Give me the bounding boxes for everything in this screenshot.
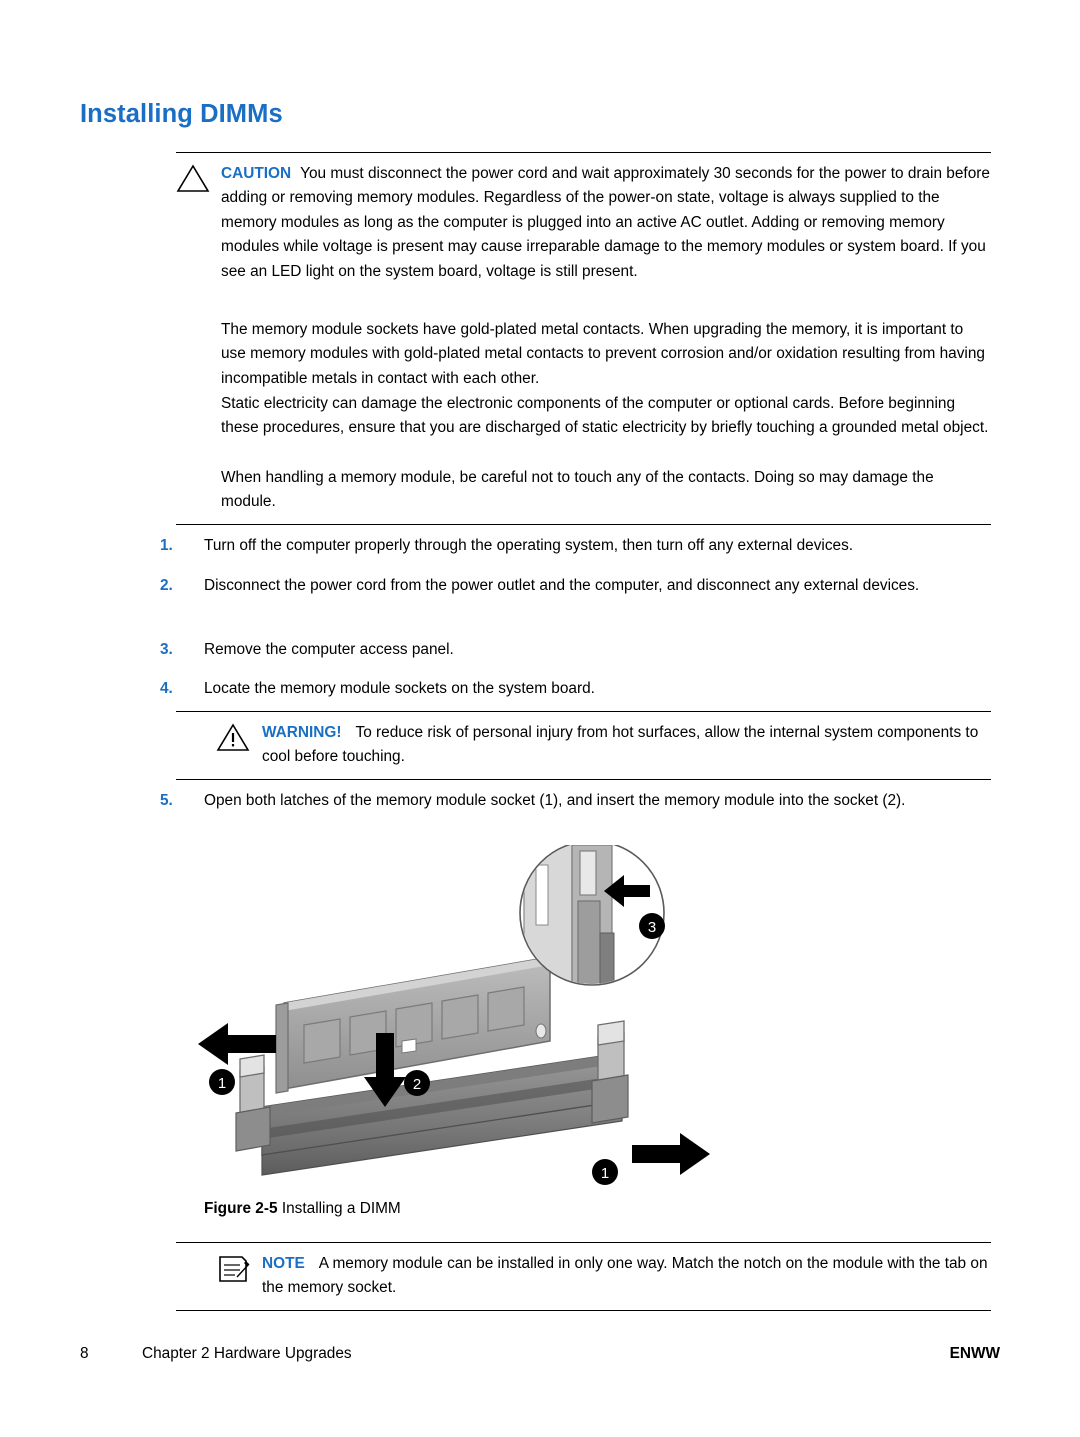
divider-note-bottom bbox=[176, 1309, 991, 1311]
svg-text:1: 1 bbox=[218, 1075, 226, 1092]
caution-paragraph-3: Static electricity can damage the electr… bbox=[221, 395, 989, 437]
step-4: 4. Locate the memory module sockets on t… bbox=[160, 677, 995, 701]
caution-triangle-icon bbox=[176, 163, 210, 193]
caution-body: CAUTION You must disconnect the power cor… bbox=[176, 153, 991, 293]
warning-body: WARNING! To reduce risk of personal injur… bbox=[176, 712, 991, 779]
divider-caution-bottom bbox=[176, 524, 991, 525]
caution-paragraph-2: The memory module sockets have gold-plat… bbox=[221, 321, 985, 387]
step-3-text: Remove the computer access panel. bbox=[204, 641, 454, 658]
figure-installing-dimm: 1 2 3 1 bbox=[180, 840, 900, 1210]
step-5: 5. Open both latches of the memory modul… bbox=[160, 789, 995, 813]
dimm-illustration: 1 2 3 1 bbox=[198, 840, 710, 1185]
warning-paragraph: To reduce risk of personal injury from h… bbox=[262, 724, 979, 766]
caution-paragraph: You must disconnect the power cord and w… bbox=[221, 165, 990, 280]
note-label: NOTE bbox=[262, 1255, 305, 1272]
caution-text: CAUTION You must disconnect the power cor… bbox=[221, 162, 991, 284]
note-notice: NOTE A memory module can be installed in … bbox=[176, 1242, 991, 1311]
note-page-icon bbox=[216, 1251, 250, 1282]
step-1: 1. Turn off the computer properly throug… bbox=[160, 534, 995, 558]
warning-notice: WARNING! To reduce risk of personal injur… bbox=[176, 711, 991, 780]
warning-label: WARNING! bbox=[262, 724, 342, 741]
step-1-number: 1. bbox=[160, 537, 173, 554]
footer-chapter: Chapter 2 Hardware Upgrades bbox=[142, 1345, 352, 1362]
footer-page-number: 8 bbox=[80, 1345, 89, 1362]
step-5-text: Open both latches of the memory module s… bbox=[204, 792, 906, 809]
arrow-right-latch bbox=[632, 1133, 710, 1175]
caution-label: CAUTION bbox=[221, 165, 292, 182]
divider-warning-bottom bbox=[176, 778, 991, 780]
step-5-number: 5. bbox=[160, 792, 173, 809]
svg-text:2: 2 bbox=[413, 1076, 421, 1093]
page-title: Installing DIMMs bbox=[80, 100, 283, 128]
note-paragraph: A memory module can be installed in only… bbox=[262, 1255, 988, 1297]
figure-label: Figure 2-5 bbox=[204, 1200, 278, 1217]
svg-text:3: 3 bbox=[648, 919, 656, 936]
callout-1-right: 1 bbox=[592, 1159, 618, 1185]
socket-latch-left bbox=[235, 1054, 271, 1152]
callout-3: 3 bbox=[639, 913, 665, 939]
step-2-number: 2. bbox=[160, 577, 173, 594]
warning-triangle-icon bbox=[216, 722, 250, 752]
step-4-text: Locate the memory module sockets on the … bbox=[204, 680, 595, 697]
warning-text: WARNING! To reduce risk of personal injur… bbox=[262, 721, 991, 770]
note-text: NOTE A memory module can be installed in … bbox=[262, 1252, 991, 1301]
document-page: Installing DIMMs CAUTION You must disconn… bbox=[0, 0, 1080, 1437]
callout-1-left: 1 bbox=[209, 1069, 235, 1095]
step-2: 2. Disconnect the power cord from the po… bbox=[160, 574, 995, 598]
callout-2: 2 bbox=[404, 1070, 430, 1096]
step-4-number: 4. bbox=[160, 680, 173, 697]
step-1-text: Turn off the computer properly through t… bbox=[204, 537, 854, 554]
figure-caption: Figure 2-5 Installing a DIMM bbox=[204, 1200, 401, 1218]
note-body: NOTE A memory module can be installed in … bbox=[176, 1243, 991, 1310]
footer-enww: ENWW bbox=[949, 1345, 1000, 1362]
figure-caption-text: Installing a DIMM bbox=[281, 1200, 401, 1217]
caution-notice: CAUTION You must disconnect the power cor… bbox=[176, 152, 991, 293]
svg-text:1: 1 bbox=[601, 1165, 609, 1182]
step-3: 3. Remove the computer access panel. bbox=[160, 638, 995, 662]
caution-paragraph-4: When handling a memory module, be carefu… bbox=[221, 469, 934, 511]
socket-latch-right bbox=[591, 1020, 629, 1124]
step-3-number: 3. bbox=[160, 641, 173, 658]
step-2-text: Disconnect the power cord from the power… bbox=[204, 577, 920, 594]
